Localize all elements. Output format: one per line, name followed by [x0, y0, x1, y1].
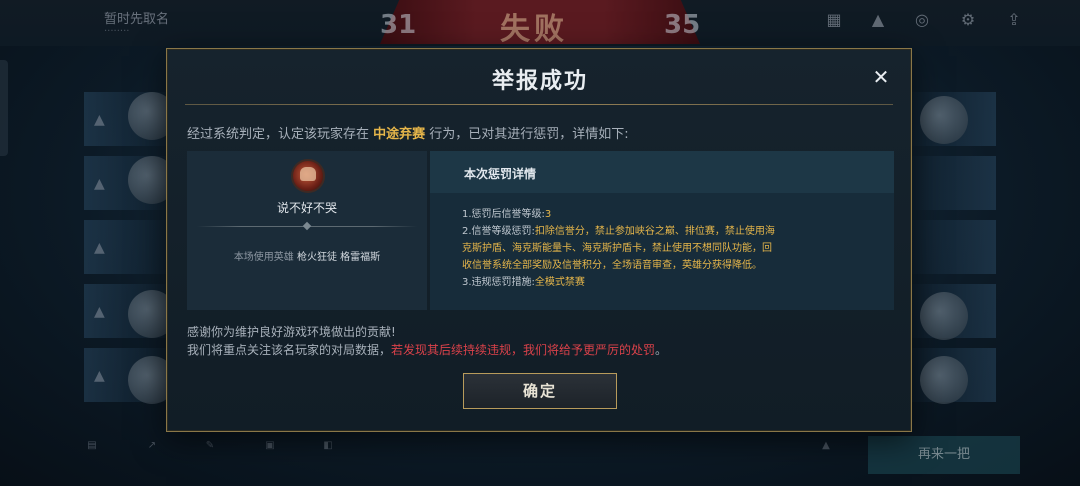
- penalty-item: 3.违规惩罚措施:全模式禁赛: [462, 274, 842, 291]
- warning-icon: ▲: [94, 240, 105, 256]
- settings-icon[interactable]: ⚙: [960, 12, 976, 28]
- thanks-suffix: 。: [655, 343, 668, 357]
- thanks-text: 感谢你为维护良好游戏环境做出的贡献! 我们将重点关注该名玩家的对局数据，若发现其…: [187, 323, 667, 359]
- divider: [197, 226, 417, 227]
- penalty-item-value: 扣除信誉分，禁止参加峡谷之巅、排位赛，禁止使用海: [534, 226, 775, 237]
- penalty-item-value: 收信誉系统全部奖励及信誉积分，全场语音审查，英雄分获得降低。: [462, 260, 762, 271]
- penalty-item-value: 克斯护盾、海克斯能量卡、海克斯护盾卡，禁止使用不想同队功能，回: [462, 243, 772, 254]
- score-right: 35: [664, 10, 701, 40]
- bottom-bar-button[interactable]: ▤: [72, 440, 112, 472]
- violation-type: 中途弃赛: [373, 127, 426, 142]
- penalty-item: 2.信誉等级惩罚:扣除信誉分，禁止参加峡谷之巅、排位赛，禁止使用海: [462, 223, 842, 240]
- hero-avatar: [291, 159, 325, 193]
- penalty-item-label: 3.违规惩罚措施:: [462, 277, 535, 288]
- confirm-button[interactable]: 确定: [463, 373, 617, 409]
- thanks-line: 我们将重点关注该名玩家的对局数据，若发现其后续持续违规，我们将给予更严厉的处罚。: [187, 341, 667, 359]
- warning-icon[interactable]: ▲: [870, 12, 886, 28]
- dialog-title: 举报成功: [491, 69, 588, 94]
- bg-player-name: 暂时先取名: [104, 12, 170, 27]
- reported-player-name: 说不好不哭: [276, 201, 337, 215]
- thanks-prefix: 我们将重点关注该名玩家的对局数据，: [187, 343, 392, 357]
- bottom-bar-button[interactable]: ◧: [308, 440, 348, 472]
- intro-text: 经过系统判定，认定该玩家存在 中途弃赛 行为，已对其进行惩罚，详情如下:: [187, 123, 629, 142]
- warning-icon: ▲: [94, 304, 105, 320]
- divider: [185, 104, 893, 105]
- team-row: [912, 156, 996, 210]
- intro-prefix: 经过系统判定，认定该玩家存在: [187, 127, 374, 142]
- intro-suffix: 行为，已对其进行惩罚，详情如下:: [425, 127, 629, 142]
- result-text: 失败: [500, 12, 568, 47]
- avatar: [920, 356, 968, 404]
- warning-icon: ▲: [94, 112, 105, 128]
- penalty-item-label: 2.信誉等级惩罚:: [462, 226, 535, 237]
- bottom-bar-button[interactable]: ▲: [806, 440, 846, 472]
- hero-used: 本场使用英雄 枪火狂徒 格雷福斯: [187, 248, 427, 263]
- side-handle[interactable]: [0, 60, 8, 156]
- bg-player-sub: ········: [104, 26, 130, 37]
- warning-icon: ▲: [94, 176, 105, 192]
- avatar: [920, 292, 968, 340]
- penalty-title: 本次惩罚详情: [464, 167, 537, 181]
- share-icon[interactable]: ⇪: [1006, 12, 1022, 28]
- warning-icon: ▲: [94, 368, 105, 384]
- reported-player-panel: 说不好不哭 本场使用英雄 枪火狂徒 格雷福斯: [187, 151, 427, 310]
- play-again-button[interactable]: 再来一把: [868, 436, 1020, 474]
- bottom-bar-button[interactable]: ✎: [190, 440, 230, 472]
- stats-icon[interactable]: ▦: [826, 12, 842, 28]
- credit-level-value: 3: [544, 209, 552, 220]
- penalty-item-value: 全模式禁赛: [534, 277, 585, 288]
- hero-name: 枪火狂徒 格雷福斯: [297, 252, 381, 263]
- penalty-header: 本次惩罚详情: [430, 151, 894, 193]
- thanks-line: 感谢你为维护良好游戏环境做出的贡献!: [187, 325, 396, 339]
- bottom-bar-button[interactable]: ▣: [250, 440, 290, 472]
- report-icon[interactable]: ◎: [914, 12, 930, 28]
- penalty-item-label: 1.惩罚后信誉等级:: [462, 209, 545, 220]
- team-row: [912, 220, 996, 274]
- penalty-detail-panel: 本次惩罚详情 1.惩罚后信誉等级:3 2.信誉等级惩罚:扣除信誉分，禁止参加峡谷…: [430, 151, 894, 310]
- report-success-dialog: 举报成功 ✕ 经过系统判定，认定该玩家存在 中途弃赛 行为，已对其进行惩罚，详情…: [166, 48, 912, 432]
- avatar: [920, 96, 968, 144]
- score-left: 31: [380, 10, 417, 40]
- hero-used-label: 本场使用英雄: [233, 252, 297, 263]
- warning-text: 若发现其后续持续违规，我们将给予更严厉的处罚: [391, 343, 656, 357]
- penalty-item: 1.惩罚后信誉等级:3: [462, 206, 842, 223]
- close-icon[interactable]: ✕: [869, 65, 893, 89]
- bottom-bar-button[interactable]: ↗: [132, 440, 172, 472]
- penalty-list: 1.惩罚后信誉等级:3 2.信誉等级惩罚:扣除信誉分，禁止参加峡谷之巅、排位赛，…: [462, 206, 842, 291]
